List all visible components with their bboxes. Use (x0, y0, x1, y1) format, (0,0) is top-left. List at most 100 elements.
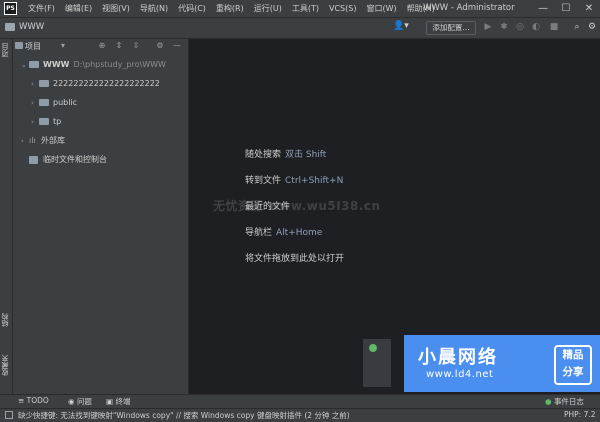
locate-icon[interactable]: ⊕ (97, 41, 107, 51)
status-bar: 缺少快捷键: 无法找到键映射"Windows copy" // 搜索 Windo… (0, 408, 600, 422)
hint-action: 随处搜索 (245, 150, 282, 160)
chevron-right-icon: › (21, 137, 24, 145)
dropdown-arrow-icon[interactable]: ▾ (58, 41, 68, 51)
breadcrumb[interactable]: WWW (19, 22, 44, 32)
menu-refactor[interactable]: 重构(R) (211, 0, 249, 17)
run-icon[interactable]: ▶ (482, 21, 494, 33)
menu-code[interactable]: 代码(C) (173, 0, 211, 17)
folder-icon (39, 99, 49, 106)
problems-icon: ◉ (68, 397, 77, 406)
event-log-label: 事件日志 (553, 397, 584, 406)
todo-label: TODO (26, 396, 49, 405)
favorites-tool-tab[interactable]: 收藏夹 (0, 355, 12, 376)
php-version[interactable]: PHP: 7.2 (564, 410, 596, 419)
problems-label: 问题 (76, 397, 92, 406)
tree-item-label: 222222222222222222222 (53, 79, 160, 88)
tree-item-label: WWW (43, 60, 70, 69)
tree-item-folder[interactable]: › public (31, 95, 77, 111)
problems-tab[interactable]: ◉ 问题 (68, 396, 92, 407)
chevron-right-icon: › (31, 99, 34, 107)
expand-all-icon[interactable]: ⇕ (114, 41, 124, 51)
brand-tag-line1: 精品 (562, 349, 584, 361)
hint-action: 转到文件 (245, 176, 282, 186)
debug-icon[interactable]: ✱ (498, 21, 510, 33)
menu-edit[interactable]: 编辑(E) (60, 0, 97, 17)
menu-bar: PS 文件(F) 编辑(E) 视图(V) 导航(N) 代码(C) 重构(R) 运… (0, 0, 600, 18)
folder-icon (5, 23, 15, 31)
status-message[interactable]: 缺少快捷键: 无法找到键映射"Windows copy" // 搜索 Windo… (18, 410, 350, 421)
left-tool-stripe: 项目 结构 收藏夹 (0, 39, 13, 394)
tree-item-label: tp (53, 117, 62, 126)
menu-file[interactable]: 文件(F) (23, 0, 60, 17)
tree-item-folder[interactable]: › tp (31, 114, 61, 130)
panel-title[interactable]: 项目 (25, 41, 41, 52)
hint-action: 导航栏 (245, 228, 273, 238)
scratches-icon (29, 155, 38, 164)
tree-item-external-libraries[interactable]: › ılı 外部库 (21, 133, 65, 149)
panel-header: 项目 ▾ ⊕ ⇕ ⇳ ⚙ — (13, 39, 188, 54)
brand-tag-line2: 分享 (562, 366, 584, 378)
folder-icon (29, 61, 39, 68)
structure-tool-tab[interactable]: 结构 (0, 313, 12, 327)
brand-tag: 精品 分享 (554, 345, 592, 385)
folder-icon (15, 42, 23, 49)
hint-search-everywhere: 随处搜索 双击 Shift (245, 147, 326, 160)
close-button[interactable]: ✕ (578, 0, 600, 17)
user-icon[interactable]: 👤▾ (393, 21, 409, 31)
minimize-button[interactable]: — (532, 0, 554, 17)
chevron-down-icon: ⌄ (21, 61, 27, 69)
hint-shortcut: Alt+Home (276, 228, 323, 238)
brand-badge: 小晨网络 www.ld4.net 精品 分享 (404, 335, 600, 392)
menu-navigate[interactable]: 导航(N) (135, 0, 173, 17)
menu-run[interactable]: 运行(U) (249, 0, 287, 17)
event-log-tab[interactable]: ● 事件日志 (545, 396, 584, 407)
hint-goto-file: 转到文件 Ctrl+Shift+N (245, 173, 343, 186)
search-icon[interactable]: ⌕ (571, 21, 583, 33)
menu-tools[interactable]: 工具(T) (287, 0, 324, 17)
library-icon: ılı (29, 136, 36, 145)
info-icon (369, 344, 377, 352)
tree-item-root[interactable]: ⌄ WWW D:\phpstudy_pro\WWW (21, 57, 166, 73)
menu-window[interactable]: 窗口(W) (361, 0, 401, 17)
list-icon: ≡ (18, 396, 27, 405)
folder-icon (39, 118, 49, 125)
settings-icon[interactable]: ⚙ (586, 21, 598, 33)
project-tool-tab[interactable]: 项目 (0, 43, 12, 57)
editor-area[interactable]: 随处搜索 双击 Shift 转到文件 Ctrl+Shift+N 最近的文件 导航栏 A… (189, 39, 600, 394)
maximize-button[interactable]: ☐ (555, 0, 577, 17)
folder-icon (39, 80, 49, 87)
hint-shortcut: 双击 Shift (285, 150, 327, 160)
collapse-all-icon[interactable]: ⇳ (131, 41, 141, 51)
stop-icon[interactable]: ■ (548, 21, 560, 33)
brand-name: 小晨网络 (418, 347, 498, 368)
tree-item-label: 临时文件和控制台 (43, 155, 107, 164)
bottom-tool-bar: ≡ TODO ◉ 问题 ▣ 终端 ● 事件日志 (0, 394, 600, 409)
menu-vcs[interactable]: VCS(S) (324, 0, 361, 17)
add-configuration-button[interactable]: 添加配置... (426, 21, 476, 35)
todo-tab[interactable]: ≡ TODO (18, 396, 49, 405)
menu-view[interactable]: 视图(V) (97, 0, 135, 17)
hint-navigation-bar: 导航栏 Alt+Home (245, 225, 322, 238)
event-log-icon: ● (545, 397, 554, 406)
gear-icon[interactable]: ⚙ (155, 41, 165, 51)
tree-item-path: D:\phpstudy_pro\WWW (73, 60, 166, 69)
terminal-label: 终端 (115, 397, 131, 406)
coverage-icon[interactable]: ◎ (514, 21, 526, 33)
tree-item-scratches[interactable]: 临时文件和控制台 (29, 152, 107, 168)
tree-item-folder[interactable]: › 222222222222222222222 (31, 76, 160, 92)
hint-shortcut: Ctrl+Shift+N (285, 176, 344, 186)
chevron-right-icon: › (31, 80, 34, 88)
hide-panel-icon[interactable]: — (172, 41, 182, 51)
hint-drop-files: 将文件拖放到此处以打开 (245, 251, 344, 264)
app-logo-icon[interactable]: PS (4, 2, 17, 15)
tree-item-label: public (53, 98, 78, 107)
panel-toggle-icon[interactable] (5, 411, 13, 419)
brand-url: www.ld4.net (426, 369, 494, 380)
chevron-right-icon: › (31, 118, 34, 126)
notification-popup[interactable] (363, 339, 391, 387)
tree-item-label: 外部库 (41, 136, 65, 145)
hint-action: 将文件拖放到此处以打开 (245, 254, 345, 264)
terminal-tab[interactable]: ▣ 终端 (106, 396, 130, 407)
watermark: 无忧资源 www.wu5I38.cn (213, 199, 381, 213)
profile-icon[interactable]: ◐ (530, 21, 542, 33)
